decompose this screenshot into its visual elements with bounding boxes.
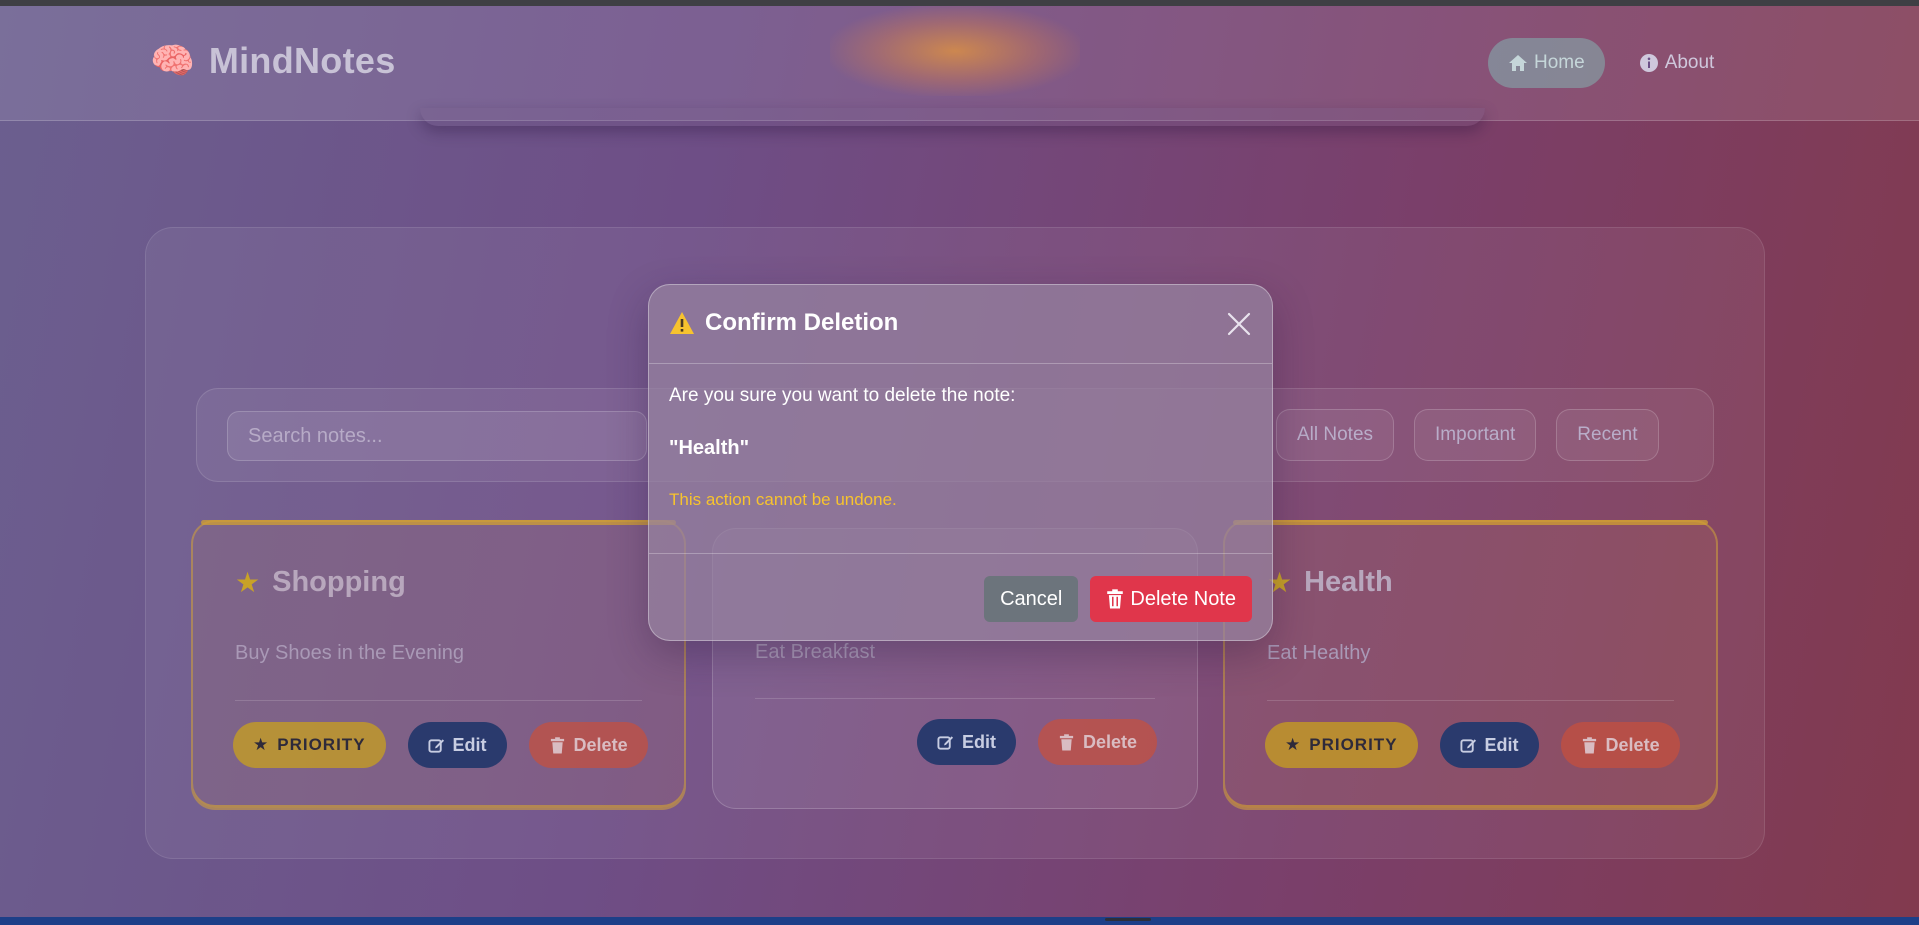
card-title-text: Shopping bbox=[272, 566, 406, 598]
nav-home-label: Home bbox=[1534, 52, 1585, 73]
priority-label: PRIORITY bbox=[1309, 735, 1398, 754]
dialog-divider bbox=[649, 553, 1272, 554]
delete-label: Delete bbox=[1082, 731, 1137, 752]
confirm-delete-dialog: Confirm Deletion Are you sure you want t… bbox=[648, 284, 1273, 641]
search-input[interactable] bbox=[227, 411, 647, 461]
edit-label: Edit bbox=[961, 731, 996, 752]
trash-icon bbox=[1107, 589, 1124, 609]
delete-button[interactable]: Delete bbox=[1560, 722, 1680, 768]
trash-icon bbox=[1059, 733, 1074, 751]
card-divider bbox=[755, 698, 1155, 699]
dialog-title-text: Confirm Deletion bbox=[705, 309, 899, 336]
filter-recent[interactable]: Recent bbox=[1556, 409, 1659, 461]
star-icon: ★ bbox=[253, 735, 270, 754]
main-nav: Home About bbox=[1488, 38, 1734, 88]
cancel-button[interactable]: Cancel bbox=[984, 576, 1079, 622]
card-actions: Edit Delete bbox=[916, 719, 1157, 765]
card-actions: ★ PRIORITY Edit Delete bbox=[1265, 722, 1680, 768]
delete-label: Delete bbox=[573, 734, 628, 755]
dialog-header: Confirm Deletion bbox=[649, 285, 1272, 364]
card-actions: ★ PRIORITY Edit Delete bbox=[233, 722, 648, 768]
app-header: 🧠 MindNotes Home About bbox=[0, 6, 1919, 121]
dialog-body: Are you sure you want to delete the note… bbox=[669, 385, 1252, 510]
card-divider bbox=[1267, 700, 1674, 701]
taskbar-edge bbox=[0, 917, 1919, 925]
trash-icon bbox=[550, 736, 564, 754]
delete-button[interactable]: Delete bbox=[528, 722, 648, 768]
delete-label: Delete bbox=[1605, 734, 1660, 755]
close-icon[interactable] bbox=[1226, 311, 1252, 337]
card-title-text: Health bbox=[1304, 566, 1393, 598]
card-body: Eat Breakfast bbox=[755, 641, 876, 663]
priority-badge: ★ PRIORITY bbox=[1265, 722, 1418, 768]
edit-label: Edit bbox=[1484, 734, 1519, 755]
nav-about[interactable]: About bbox=[1619, 38, 1735, 88]
home-icon bbox=[1509, 55, 1527, 71]
nav-about-label: About bbox=[1664, 52, 1715, 73]
filter-important[interactable]: Important bbox=[1414, 409, 1537, 461]
edit-icon bbox=[1460, 738, 1476, 753]
brain-icon: 🧠 bbox=[150, 40, 195, 81]
header-shadow-bar bbox=[420, 108, 1485, 126]
priority-badge: ★ PRIORITY bbox=[233, 722, 386, 768]
dialog-question: Are you sure you want to delete the note… bbox=[669, 385, 1016, 406]
delete-button[interactable]: Delete bbox=[1037, 719, 1157, 765]
card-title: ★ Shopping bbox=[235, 566, 406, 599]
dialog-title: Confirm Deletion bbox=[669, 309, 898, 337]
info-icon bbox=[1639, 54, 1658, 72]
edit-label: Edit bbox=[452, 734, 487, 755]
edit-icon bbox=[937, 735, 954, 750]
warning-icon bbox=[670, 312, 694, 334]
card-body: Buy Shoes in the Evening bbox=[235, 642, 465, 664]
delete-note-label: Delete Note bbox=[1130, 587, 1236, 610]
star-icon: ★ bbox=[1285, 735, 1302, 754]
header-glow bbox=[830, 6, 1080, 96]
card-divider bbox=[235, 700, 642, 701]
taskbar-handle bbox=[1105, 918, 1151, 921]
filter-group: All Notes Important Recent bbox=[1276, 409, 1659, 461]
edit-button[interactable]: Edit bbox=[407, 722, 507, 768]
edit-button[interactable]: Edit bbox=[916, 719, 1016, 765]
dialog-warning: This action cannot be undone. bbox=[669, 490, 897, 509]
note-card: ★ Shopping Buy Shoes in the Evening ★ PR… bbox=[191, 520, 686, 810]
card-title: ★ Health bbox=[1267, 566, 1393, 599]
delete-note-button[interactable]: Delete Note bbox=[1090, 576, 1252, 622]
card-body: Eat Healthy bbox=[1267, 642, 1371, 664]
brand[interactable]: 🧠 MindNotes bbox=[150, 40, 396, 82]
edit-button[interactable]: Edit bbox=[1439, 722, 1539, 768]
brand-name: MindNotes bbox=[208, 40, 396, 81]
priority-label: PRIORITY bbox=[277, 735, 366, 754]
filter-all-notes[interactable]: All Notes bbox=[1276, 409, 1395, 461]
edit-icon bbox=[428, 738, 444, 753]
dialog-note-name: "Health" bbox=[669, 437, 750, 459]
note-card: ★ Health Eat Healthy ★ PRIORITY Edit Del… bbox=[1223, 520, 1718, 810]
star-icon: ★ bbox=[235, 567, 261, 598]
dialog-actions: Cancel Delete Note bbox=[984, 576, 1252, 622]
nav-home[interactable]: Home bbox=[1488, 38, 1605, 88]
trash-icon bbox=[1582, 736, 1596, 754]
